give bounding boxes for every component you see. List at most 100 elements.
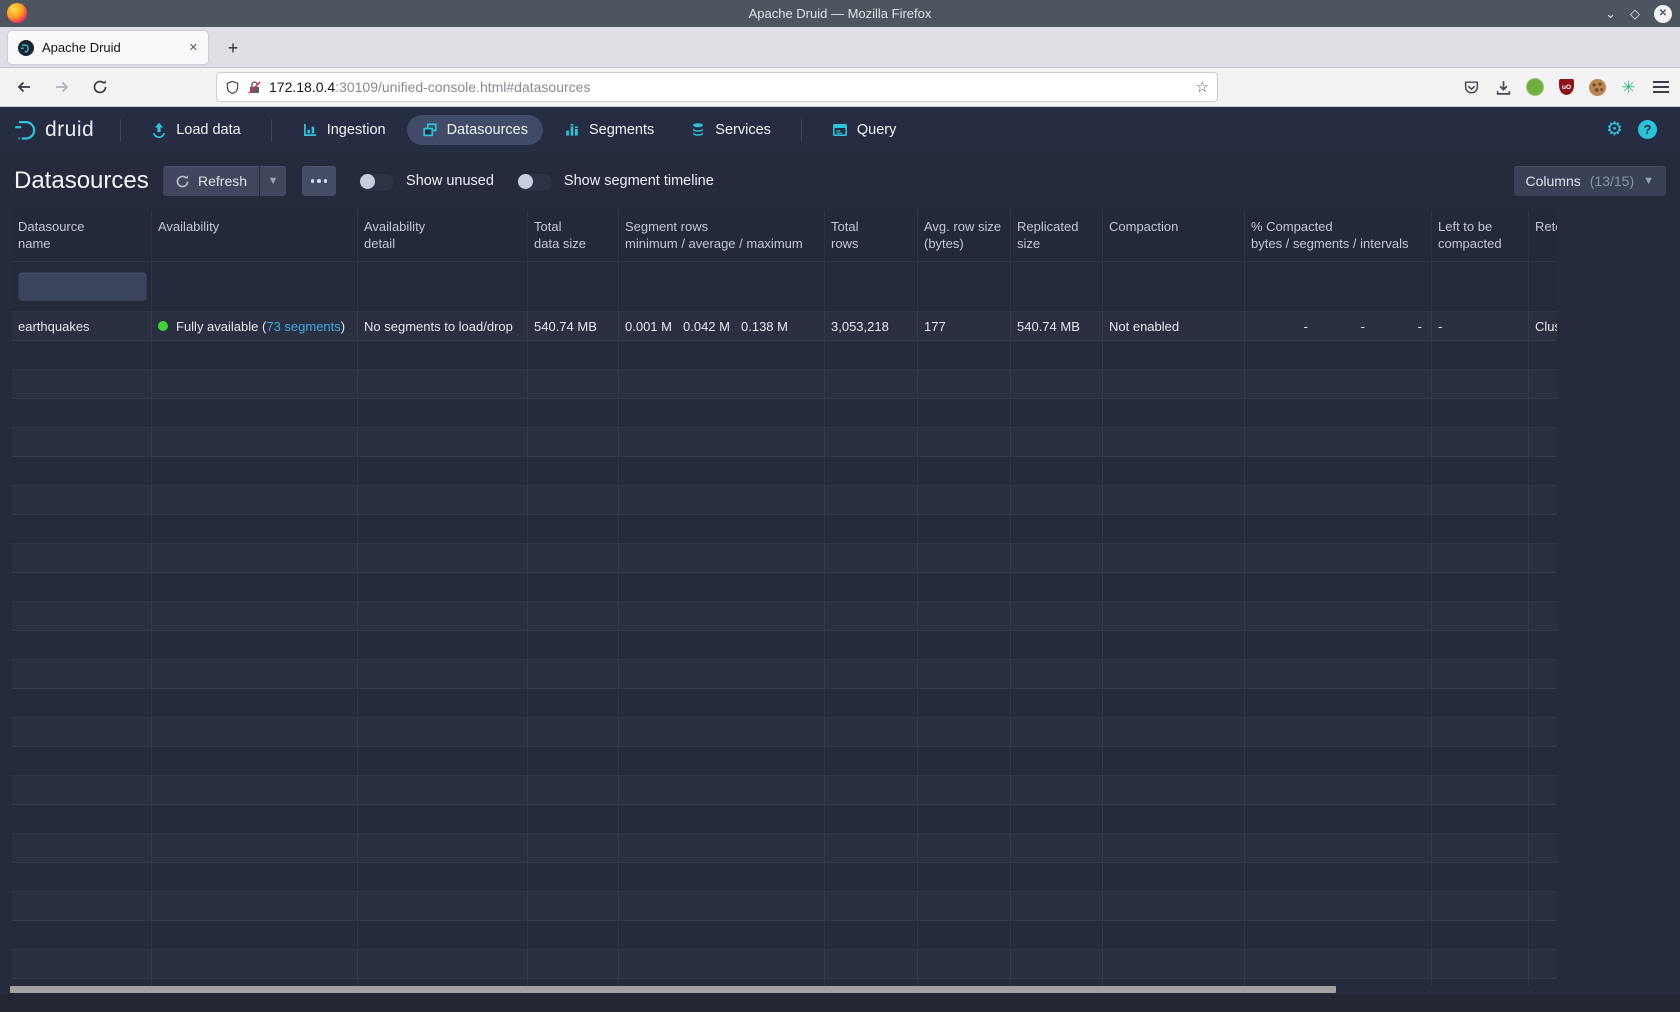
cell-avg-row-size: 177 [918,312,1011,340]
page-title: Datasources [14,167,149,195]
pocket-icon[interactable] [1462,78,1481,97]
nav-item-services[interactable]: Services [675,115,786,145]
col-header-replicated-size[interactable]: Replicatedsize [1011,210,1103,261]
cookie-extension-icon[interactable] [1589,79,1606,96]
datasources-table: Datasourcename Availability Availability… [12,210,1557,986]
insecure-lock-icon[interactable] [247,80,262,95]
chevron-down-icon: ▼ [268,175,279,187]
druid-logo[interactable]: druid [0,117,108,143]
table-row-empty [12,399,1557,428]
druid-logo-icon [12,117,38,143]
console-icon [832,122,848,138]
tracking-shield-icon[interactable] [225,80,240,95]
col-header-datasource-name[interactable]: Datasourcename [12,210,152,261]
cell-left-to-be-compacted: - [1432,312,1529,340]
segments-count-link[interactable]: 73 segments [266,319,340,334]
show-segment-timeline-label: Show segment timeline [564,173,714,189]
columns-button[interactable]: Columns (13/15) ▼ [1514,166,1667,196]
table-row-empty [12,776,1557,805]
bottom-strip [0,994,1680,1012]
show-segment-timeline-toggle[interactable] [516,172,553,191]
segments-bars-icon [564,122,580,138]
table-row-empty [12,602,1557,631]
col-header-availability[interactable]: Availability [152,210,358,261]
more-icon [311,179,328,183]
col-header-total-data-size[interactable]: Totaldata size [528,210,619,261]
reload-icon[interactable] [86,73,114,101]
nav-item-query[interactable]: Query [817,115,912,145]
nav-item-ingestion[interactable]: Ingestion [287,115,401,145]
url-bar[interactable]: 172.18.0.4:30109/unified-console.html#da… [216,72,1218,102]
druid-nav-bar: druid Load data Ingestion Datasources Se… [0,107,1680,152]
col-header-availability-detail[interactable]: Availabilitydetail [358,210,528,261]
nav-item-segments[interactable]: Segments [549,115,669,145]
table-row-empty [12,718,1557,747]
col-header-avg-row-size[interactable]: Avg. row size(bytes) [918,210,1011,261]
more-actions-button[interactable] [302,166,336,196]
table-row-empty [12,921,1557,950]
cell-segment-rows: 0.001 M0.042 M0.138 M [619,312,825,340]
table-row-empty [12,892,1557,921]
col-header-total-rows[interactable]: Totalrows [825,210,918,261]
col-header-pct-compacted[interactable]: % Compactedbytes / segments / intervals [1245,210,1432,261]
nav-item-load-data[interactable]: Load data [136,115,256,145]
col-header-retention[interactable]: Rete [1529,210,1557,261]
cell-retention: Clus [1529,312,1557,340]
table-row-empty [12,805,1557,834]
table-row-empty [12,428,1557,457]
tab-title: Apache Druid [42,40,181,55]
refresh-button[interactable]: Refresh [163,166,259,196]
table-row-empty [12,515,1557,544]
table-row-empty [12,689,1557,718]
window-minimize-icon[interactable]: ⌄ [1605,7,1616,20]
table-row-empty [12,863,1557,892]
url-text[interactable]: 172.18.0.4:30109/unified-console.html#da… [269,79,1189,95]
extension-asterisk-icon[interactable]: ✳ [1619,78,1638,97]
ublock-shield-icon[interactable]: uO [1559,79,1574,95]
cell-compaction: Not enabled [1103,312,1245,340]
table-row-empty [12,573,1557,602]
table-row-empty [12,370,1557,399]
refresh-icon [175,174,190,189]
window-titlebar: Apache Druid — Mozilla Firefox ⌄ ◇ ✕ [0,0,1680,27]
cell-total-data-size: 540.74 MB [528,312,619,340]
back-icon[interactable] [10,73,38,101]
columns-count: (13/15) [1590,173,1634,189]
settings-gear-icon[interactable]: ⚙ [1606,120,1623,139]
cell-total-rows: 3,053,218 [825,312,918,340]
database-icon [690,122,706,138]
menu-hamburger-icon[interactable] [1651,78,1670,97]
col-header-segment-rows[interactable]: Segment rowsminimum / average / maximum [619,210,825,261]
bookmark-star-icon[interactable]: ☆ [1196,78,1209,96]
horizontal-scrollbar[interactable] [10,986,1336,993]
table-row-empty [12,950,1557,979]
tab-apache-druid[interactable]: Apache Druid ✕ [8,31,208,64]
table-row-earthquakes[interactable]: earthquakes Fully available (73 segments… [12,312,1557,341]
show-unused-toggle[interactable] [358,172,395,191]
datasource-name-filter-input[interactable] [18,272,147,301]
nav-item-datasources[interactable]: Datasources [407,115,543,145]
window-close-icon[interactable]: ✕ [1654,5,1672,23]
nav-divider [271,119,272,141]
table-row-empty [12,631,1557,660]
nav-divider [120,119,121,141]
col-header-compaction[interactable]: Compaction [1103,210,1245,261]
help-icon[interactable]: ? [1638,120,1657,139]
window-maximize-icon[interactable]: ◇ [1630,7,1640,20]
col-header-left-to-be-compacted[interactable]: Left to becompacted [1432,210,1529,261]
tab-close-icon[interactable]: ✕ [189,41,198,54]
download-icon[interactable] [1494,78,1513,97]
window-title: Apache Druid — Mozilla Firefox [0,6,1680,21]
forward-icon[interactable] [48,73,76,101]
new-tab-button[interactable]: + [220,35,246,61]
table-filter-row [12,262,1557,312]
cell-availability: Fully available (73 segments) [152,312,358,340]
upload-icon [151,122,167,138]
available-status-icon [158,321,168,331]
cell-replicated-size: 540.74 MB [1011,312,1103,340]
extension-green-icon[interactable] [1526,78,1544,96]
chevron-down-icon: ▼ [1643,175,1654,187]
table-row-empty [12,660,1557,689]
refresh-dropdown-button[interactable]: ▼ [260,166,286,196]
druid-logo-text: druid [45,118,94,142]
